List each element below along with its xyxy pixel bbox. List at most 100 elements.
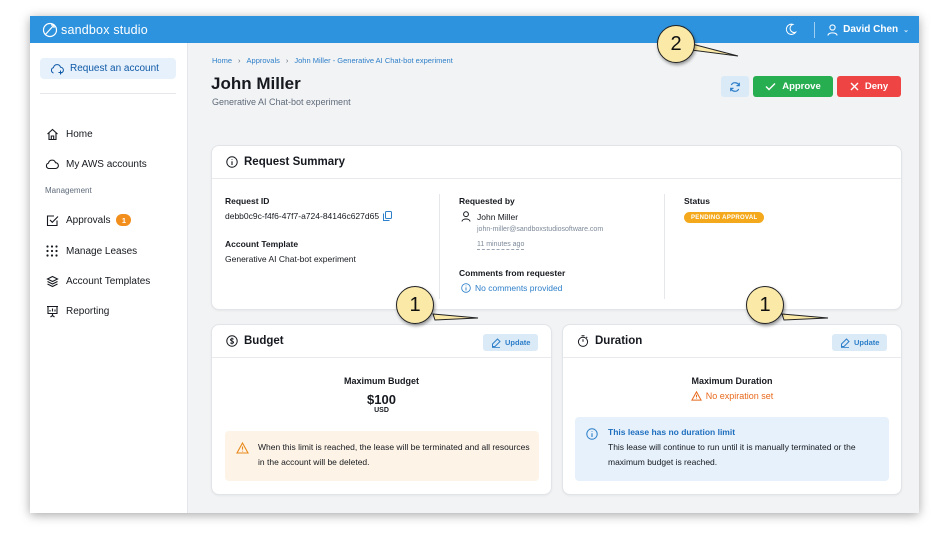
refresh-icon (730, 81, 740, 92)
breadcrumb-separator: › (238, 56, 241, 65)
app-window: sandbox studio David Chen ⌄ Request an a… (30, 16, 919, 513)
user-icon (827, 23, 838, 36)
sidebar-item-account-templates[interactable]: Account Templates (45, 273, 150, 289)
top-bar: sandbox studio David Chen ⌄ (30, 16, 919, 43)
comments-label: Comments from requester (459, 268, 566, 278)
callout-marker-duration-update: 1 (746, 286, 784, 324)
budget-amount: $100 (367, 392, 396, 407)
budget-warning-text: When this limit is reached, the lease wi… (258, 442, 530, 467)
sidebar-item-manage-leases[interactable]: Manage Leases (45, 243, 137, 259)
duration-info-alert: This lease has no duration limit This le… (575, 417, 889, 481)
budget-title: Budget (244, 335, 284, 347)
refresh-button[interactable] (721, 76, 749, 97)
page-subtitle: Generative AI Chat-bot experiment (212, 97, 351, 107)
requester-name: John Miller (477, 211, 519, 222)
breadcrumb-approvals[interactable]: Approvals (247, 56, 280, 65)
user-icon (461, 211, 471, 222)
home-icon (45, 127, 59, 141)
layers-icon (45, 274, 59, 288)
requester-email: john-miller@sandboxstudiosoftware.com (477, 226, 604, 233)
page-title: John Miller (211, 74, 301, 93)
deny-label: Deny (864, 81, 889, 92)
request-summary-title: Request Summary (244, 156, 345, 168)
warning-icon (690, 391, 702, 401)
comments-text: No comments provided (475, 283, 563, 293)
close-icon (850, 82, 859, 91)
callout-marker-budget-update: 1 (396, 286, 434, 324)
sidebar: Request an account Home My AWS accounts … (30, 43, 188, 513)
status-label: Status (684, 196, 710, 206)
budget-update-label: Update (505, 338, 531, 347)
sidebar-section-management: Management (45, 186, 92, 195)
request-summary-card: Request Summary Request ID debb0c9c-f4f6… (211, 145, 902, 310)
stopwatch-icon (577, 335, 589, 347)
sidebar-item-reporting[interactable]: Reporting (45, 303, 109, 319)
callout-marker-approve: 2 (657, 25, 695, 63)
requested-time[interactable]: 11 minutes ago (477, 241, 525, 250)
duration-card: Duration Update Maximum Duration No expi… (562, 324, 902, 495)
budget-warning-alert: When this limit is reached, the lease wi… (225, 431, 539, 481)
copy-icon[interactable] (383, 211, 393, 221)
sidebar-item-label: Manage Leases (66, 245, 138, 257)
no-expiration-text: No expiration set (705, 391, 774, 401)
dollar-circle-icon (226, 335, 238, 347)
breadcrumb: Home › Approvals › John Miller - Generat… (212, 56, 453, 65)
presentation-icon (45, 304, 59, 318)
sidebar-item-home[interactable]: Home (45, 126, 93, 142)
topbar-divider (814, 21, 816, 38)
grid-dots-icon (45, 244, 59, 258)
cloud-plus-icon (50, 63, 64, 74)
account-template-value: Generative AI Chat-bot experiment (225, 254, 356, 264)
sidebar-item-approvals[interactable]: Approvals 1 (45, 212, 132, 228)
column-divider (664, 194, 665, 299)
account-template-label: Account Template (225, 239, 299, 249)
chevron-down-icon: ⌄ (903, 26, 909, 34)
budget-update-button[interactable]: Update (483, 334, 539, 351)
edit-icon (841, 337, 850, 348)
request-id-label: Request ID (225, 196, 270, 206)
duration-update-button[interactable]: Update (832, 334, 888, 351)
app-logo[interactable]: sandbox studio (42, 22, 148, 38)
max-duration-label: Maximum Duration (691, 376, 773, 386)
info-circle-icon (461, 283, 471, 293)
sidebar-item-aws-accounts[interactable]: My AWS accounts (45, 156, 147, 172)
request-account-button[interactable]: Request an account (40, 58, 176, 79)
cloud-icon (45, 157, 59, 171)
comments-value: No comments provided (461, 283, 562, 293)
max-budget-label: Maximum Budget (343, 376, 419, 386)
breadcrumb-home[interactable]: Home (212, 56, 232, 65)
no-expiration-row: No expiration set (563, 391, 901, 401)
column-divider (439, 194, 440, 299)
sidebar-divider (40, 93, 176, 94)
theme-toggle-moon-icon[interactable] (784, 23, 798, 37)
breadcrumb-separator: › (285, 56, 289, 65)
request-id-value: debb0c9c-f4f6-47f7-a724-84146c627d65 (225, 211, 380, 221)
main-content: Home › Approvals › John Miller - Generat… (188, 43, 919, 513)
status-badge: PENDING APPROVAL (684, 212, 765, 223)
warning-icon (236, 442, 249, 454)
user-name: David Chen (843, 24, 899, 35)
check-icon (765, 83, 776, 91)
requester-row: John Miller (461, 211, 518, 222)
budget-currency: USD (374, 407, 389, 414)
duration-title: Duration (595, 335, 643, 347)
info-circle-icon (586, 428, 598, 440)
deny-button[interactable]: Deny (837, 76, 901, 97)
breadcrumb-current[interactable]: John Miller - Generative AI Chat-bot exp… (294, 56, 452, 65)
edit-icon (492, 337, 501, 348)
sidebar-item-label: Approvals (66, 214, 111, 226)
checkbox-icon (45, 213, 59, 227)
request-account-label: Request an account (70, 63, 159, 74)
sidebar-item-label: Account Templates (66, 275, 151, 287)
approvals-count-badge: 1 (116, 214, 132, 226)
request-id-row: debb0c9c-f4f6-47f7-a724-84146c627d65 (225, 211, 393, 221)
info-circle-icon (226, 156, 238, 168)
sidebar-item-label: My AWS accounts (66, 158, 147, 170)
duration-info-title: This lease has no duration limit (608, 427, 736, 437)
duration-update-label: Update (854, 338, 880, 347)
budget-card: Budget Update Maximum Budget $100 USD Wh… (211, 324, 552, 495)
user-menu[interactable]: David Chen ⌄ (827, 23, 909, 36)
approve-label: Approve (782, 81, 821, 92)
logo-icon (42, 22, 58, 37)
approve-button[interactable]: Approve (753, 76, 833, 97)
